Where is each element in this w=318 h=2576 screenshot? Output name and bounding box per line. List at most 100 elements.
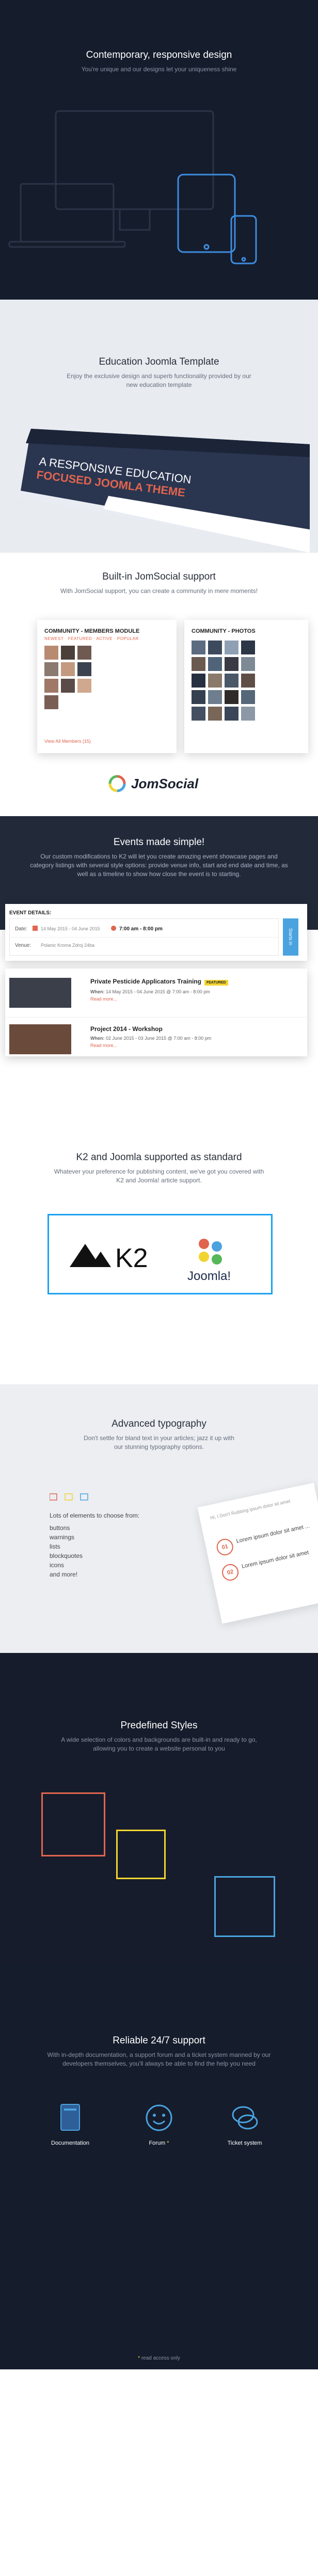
education-section: Education Joomla Template Enjoy the excl…: [0, 300, 318, 424]
number-circle-1: 01: [215, 1537, 235, 1557]
jomsocial-logo-text: JomSocial: [131, 775, 199, 791]
community-photo[interactable]: [208, 641, 222, 654]
event-item-title[interactable]: Private Pesticide Applicators Training FE…: [90, 978, 228, 986]
member-avatar[interactable]: [77, 662, 91, 676]
support-subtitle: With in-depth documentation, a support f…: [47, 2051, 271, 2067]
k2-joomla-logos-box: K2 Joomla!: [47, 1214, 273, 1294]
event-thumbnail[interactable]: [9, 978, 71, 1008]
event-list-card: Private Pesticide Applicators Training FE…: [5, 969, 307, 1056]
chat-bubbles-icon: [232, 2106, 258, 2130]
typography-section: Advanced typography Don't settle for bla…: [0, 1384, 318, 1653]
member-avatar[interactable]: [61, 679, 75, 693]
tablet-icon: [177, 174, 236, 253]
education-mockup: A RESPONSIVE EDUCATION FOCUSED JOOMLA TH…: [0, 424, 318, 553]
sample-item-2: Lorem ipsum dolor sit amet: [241, 1549, 310, 1570]
community-photo[interactable]: [225, 674, 239, 688]
starts-in-tab[interactable]: Starts in: [283, 918, 298, 956]
jomsocial-logo-icon: [108, 775, 126, 792]
support-documentation[interactable]: Documentation: [39, 2102, 101, 2146]
list-icon: [50, 1493, 57, 1501]
text-icon: [65, 1493, 73, 1501]
community-photo[interactable]: [225, 641, 239, 654]
event-read-more-link[interactable]: Read more...: [90, 1043, 117, 1048]
event-read-more-link[interactable]: Read more...: [90, 996, 117, 1002]
community-photo[interactable]: [192, 690, 205, 704]
members-filter-tabs[interactable]: NEWEST · FEATURED · ACTIVE · POPULAR: [44, 636, 139, 641]
style-swatch-yellow[interactable]: [116, 1830, 166, 1879]
k2-joomla-logos: K2 Joomla!: [70, 1239, 231, 1283]
community-photo[interactable]: [241, 641, 255, 654]
member-avatar[interactable]: [44, 695, 58, 709]
forum-label: Forum *: [149, 2140, 169, 2146]
community-photo[interactable]: [192, 707, 205, 721]
events-title: Events made simple!: [113, 837, 205, 848]
event-item-title[interactable]: Project 2014 - Workshop: [90, 1025, 163, 1033]
typography-icons: [50, 1493, 88, 1501]
community-photo[interactable]: [241, 674, 255, 688]
clock-icon: [111, 926, 116, 931]
event-time-value: 7:00 am - 8:00 pm: [119, 926, 163, 932]
event-item-when: When: 02 June 2015 - 03 June 2015 @ 7:00…: [90, 1036, 212, 1041]
event-item-when: When: 14 May 2015 - 04 June 2015 @ 7:00 …: [90, 989, 210, 994]
styles-title: Predefined Styles: [120, 1720, 198, 1731]
photos-module-heading: COMMUNITY - PHOTOS: [192, 628, 256, 634]
support-forum[interactable]: Forum *: [128, 2102, 190, 2146]
community-photo[interactable]: [208, 657, 222, 671]
support-footnote: * read access only: [138, 2355, 180, 2361]
community-photo[interactable]: [241, 657, 255, 671]
community-photo[interactable]: [208, 674, 222, 688]
svg-text:Joomla!: Joomla!: [187, 1269, 231, 1283]
typography-subtitle: Don't settle for bland text in your arti…: [84, 1434, 234, 1450]
forum-star: *: [167, 2140, 169, 2146]
community-photo[interactable]: [241, 707, 255, 721]
community-photo[interactable]: [208, 707, 222, 721]
community-photo[interactable]: [225, 707, 239, 721]
book-icon: [60, 2104, 80, 2131]
devices-illustration: [8, 110, 257, 264]
community-photo[interactable]: [192, 674, 205, 688]
member-avatar[interactable]: [44, 662, 58, 676]
monitor-icon: [55, 110, 214, 210]
jomsocial-logo: JomSocial: [108, 775, 198, 792]
event-date-value: 14 May 2015 - 04 June 2015: [41, 926, 100, 931]
community-photo[interactable]: [241, 690, 255, 704]
members-module-heading: COMMUNITY - MEMBERS MODULE: [44, 628, 140, 634]
member-avatar[interactable]: [77, 646, 91, 660]
member-avatar[interactable]: [44, 646, 58, 660]
style-swatch-red[interactable]: [41, 1792, 105, 1856]
jomsocial-section: Built-in JomSocial support With JomSocia…: [0, 553, 318, 816]
styles-section: Predefined Styles A wide selection of co…: [0, 1653, 318, 1963]
list-item: blockquotes: [50, 1552, 83, 1559]
community-photo[interactable]: [192, 657, 205, 671]
event-date-label: Date:: [15, 926, 27, 932]
joomla-logo: Joomla!: [187, 1239, 231, 1283]
list-intro: Lots of elements to choose from:: [50, 1512, 140, 1519]
event-venue-label: Venue:: [15, 943, 31, 948]
ticket-system-label: Ticket system: [227, 2140, 262, 2146]
event-details-card: EVENT DETAILS: Date: 14 May 2015 - 04 Ju…: [5, 904, 307, 961]
member-avatar[interactable]: [61, 646, 75, 660]
community-photo[interactable]: [225, 657, 239, 671]
documentation-label: Documentation: [51, 2140, 89, 2146]
k2-subtitle: Whatever your preference for publishing …: [54, 1168, 264, 1184]
events-subtitle: Our custom modifications to K2 will let …: [30, 853, 288, 878]
community-photo[interactable]: [192, 641, 205, 654]
quote-icon: [80, 1493, 88, 1501]
member-avatar[interactable]: [77, 679, 91, 693]
calendar-icon: [33, 926, 38, 931]
member-avatar[interactable]: [44, 679, 58, 693]
community-photo[interactable]: [208, 690, 222, 704]
view-all-members-link[interactable]: View All Members (15): [44, 739, 91, 744]
support-ticket-system[interactable]: Ticket system: [214, 2102, 276, 2146]
jomsocial-title: Built-in JomSocial support: [102, 571, 216, 582]
event-details-heading: EVENT DETAILS:: [9, 910, 52, 916]
member-avatar[interactable]: [61, 662, 75, 676]
community-photo[interactable]: [225, 690, 239, 704]
event-thumbnail[interactable]: [9, 1024, 71, 1054]
style-swatch-blue[interactable]: [214, 1876, 275, 1937]
event-venue-value: Polanic Kroma Zdroj 24ba: [41, 943, 95, 948]
events-section: Events made simple! Our custom modificat…: [0, 816, 318, 1147]
photos-module-card: COMMUNITY - PHOTOS: [184, 620, 308, 753]
number-circle-2: 02: [220, 1562, 241, 1582]
smiley-icon: [146, 2104, 172, 2131]
